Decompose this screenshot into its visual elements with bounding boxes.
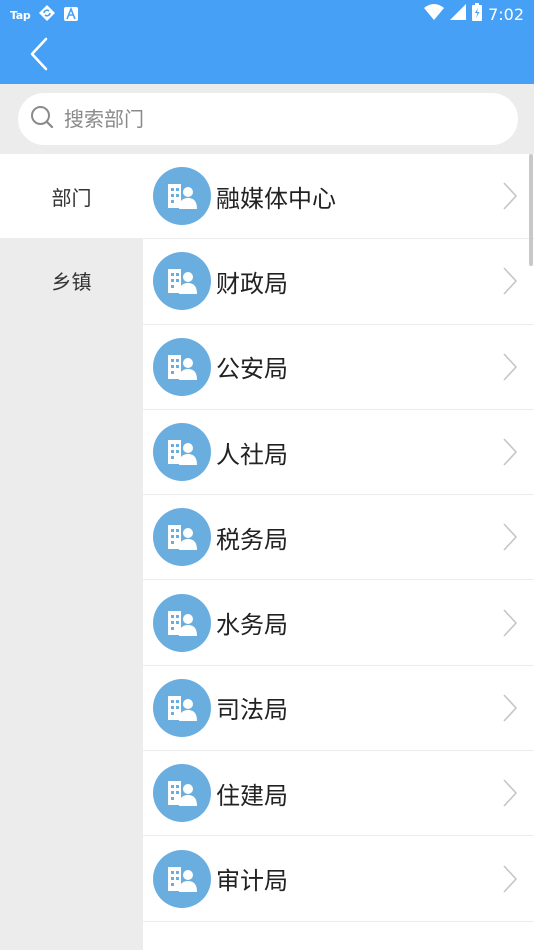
department-name: 公安局 — [216, 355, 288, 384]
chevron-right-icon — [503, 779, 518, 807]
department-row-7[interactable]: 住建局 — [143, 751, 534, 837]
department-name: 财政局 — [216, 269, 288, 298]
department-row-1[interactable]: 财政局 — [143, 239, 534, 325]
building-person-icon — [153, 678, 211, 737]
chevron-left-icon — [30, 37, 48, 71]
chevron-right-icon — [503, 438, 518, 466]
signal-icon — [450, 4, 467, 24]
sidebar-item-departments[interactable]: 部门 — [0, 154, 143, 238]
back-button[interactable] — [26, 36, 56, 72]
building-person-icon — [153, 252, 211, 311]
department-row-8[interactable]: 审计局 — [143, 836, 534, 922]
department-row-4[interactable]: 税务局 — [143, 495, 534, 581]
department-row-0[interactable]: 融媒体中心 — [143, 154, 534, 240]
search-box[interactable] — [18, 93, 518, 145]
department-row-6[interactable]: 司法局 — [143, 666, 534, 752]
tap-app-label: Tap — [10, 8, 31, 22]
department-name: 融媒体中心 — [216, 184, 336, 213]
search-icon — [30, 105, 54, 133]
building-person-icon — [153, 337, 211, 396]
chevron-right-icon — [503, 267, 518, 295]
status-bar: Tap 7:02 — [0, 0, 534, 28]
building-person-icon — [153, 423, 211, 482]
search-input[interactable] — [64, 107, 464, 131]
department-row-2[interactable]: 公安局 — [143, 325, 534, 410]
chevron-right-icon — [503, 182, 518, 210]
building-person-icon — [153, 508, 211, 567]
chevron-right-icon — [503, 523, 518, 551]
department-name: 司法局 — [216, 696, 288, 725]
chevron-right-icon — [503, 864, 518, 893]
department-row-3[interactable]: 人社局 — [143, 410, 534, 496]
building-person-icon — [153, 593, 211, 652]
sync-icon — [38, 4, 56, 26]
building-person-icon — [153, 849, 211, 908]
wifi-icon — [424, 4, 445, 24]
chevron-right-icon — [503, 694, 518, 722]
battery-icon — [472, 3, 483, 25]
chevron-right-icon — [503, 353, 518, 381]
department-list: 融媒体中心 财政局 公安局 人社局 税务局 水务局 司法局 住建局 审计局 — [143, 154, 534, 950]
department-name: 水务局 — [216, 611, 288, 640]
department-name: 审计局 — [216, 867, 288, 896]
department-name: 税务局 — [216, 525, 288, 554]
search-section — [0, 84, 534, 154]
clock-time: 7:02 — [488, 4, 524, 24]
department-name: 住建局 — [216, 781, 288, 810]
scrollbar[interactable] — [529, 154, 533, 266]
app-bar: Tap 7:02 — [0, 0, 534, 84]
building-person-icon — [153, 764, 211, 823]
sidebar-item-towns[interactable]: 乡镇 — [0, 238, 143, 322]
chevron-right-icon — [503, 609, 518, 637]
department-row-5[interactable]: 水务局 — [143, 580, 534, 666]
font-a-icon — [64, 6, 79, 25]
category-sidebar: 部门 乡镇 — [0, 154, 143, 950]
building-person-icon — [153, 167, 211, 226]
department-name: 人社局 — [216, 440, 288, 469]
